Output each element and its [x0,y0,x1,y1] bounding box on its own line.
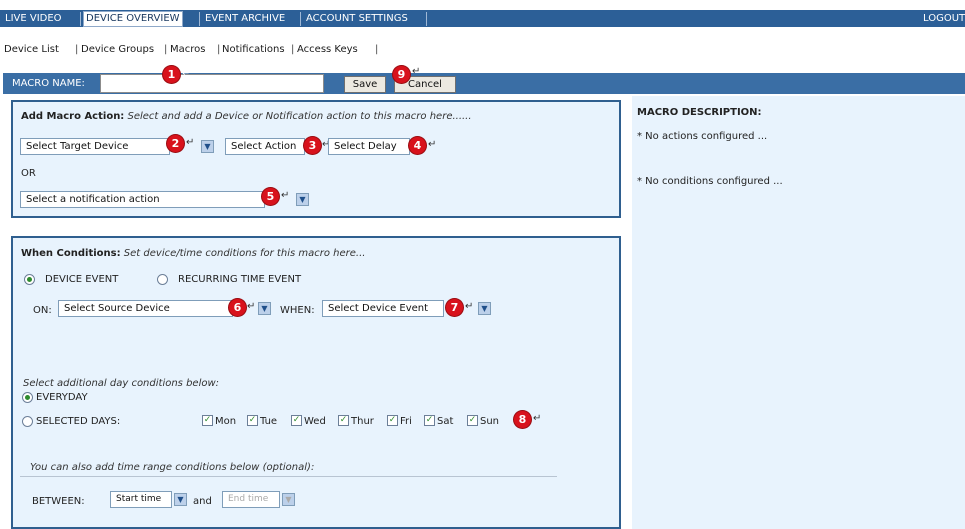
subnav-device-list[interactable]: Device List [4,44,59,55]
subnav-separator: | [217,44,221,55]
day-checkbox-sat[interactable]: ✓ [424,415,435,426]
tab-account-settings[interactable]: ACCOUNT SETTINGS [304,12,410,26]
chevron-down-icon[interactable]: ▼ [174,493,187,506]
action-panel-hint: Select and add a Device or Notification … [127,111,472,122]
start-time-select[interactable]: Start time [110,491,172,508]
day-checkbox-fri[interactable]: ✓ [387,415,398,426]
selected-days-label: SELECTED DAYS: [36,416,121,427]
macro-name-input[interactable] [100,74,324,93]
nav-divider [80,12,81,26]
callout-badge-8: 8 [514,411,531,428]
chevron-down-icon[interactable]: ▼ [258,302,271,315]
nav-divider [300,12,301,26]
subnav-separator: | [164,44,168,55]
callout-badge-4: 4 [409,137,426,154]
callout-badge-3: 3 [304,137,321,154]
callout-badge-2: 2 [167,135,184,152]
subnav-device-groups[interactable]: Device Groups [81,44,154,55]
nav-divider [426,12,427,26]
return-glyph: ↵ [247,301,256,312]
return-glyph: ↵ [281,190,290,201]
conditions-panel-title: When Conditions: [21,248,121,259]
device-event-label: DEVICE EVENT [45,274,119,285]
return-glyph: ↵ [186,137,195,148]
nav-divider [199,12,200,26]
and-label: and [193,496,212,507]
subnav-access-keys[interactable]: Access Keys [297,44,358,55]
day-checkbox-wed[interactable]: ✓ [291,415,302,426]
notification-action-select[interactable]: Select a notification action [20,191,265,208]
recurring-time-label: RECURRING TIME EVENT [178,274,302,285]
tab-live-video[interactable]: LIVE VIDEO [3,12,64,26]
day-label-wed: Wed [304,416,326,427]
between-label: BETWEEN: [32,496,85,507]
description-conditions-line: * No conditions configured ... [637,176,783,187]
when-label: WHEN: [280,305,315,316]
save-button[interactable]: Save [344,76,386,93]
return-glyph: ↵ [465,301,474,312]
everyday-label: EVERYDAY [36,392,88,403]
logout-link[interactable]: LOGOUT [921,12,965,26]
callout-badge-1: 1 [163,66,180,83]
device-event-select[interactable]: Select Device Event [322,300,444,317]
day-checkbox-tue[interactable]: ✓ [247,415,258,426]
return-glyph: ↵ [182,68,191,79]
chevron-down-icon[interactable]: ▼ [478,302,491,315]
chevron-down-icon[interactable]: ▼ [201,140,214,153]
on-label: ON: [33,305,52,316]
return-glyph: ↵ [412,66,421,77]
action-select[interactable]: Select Action [225,138,305,155]
end-time-select[interactable]: End time [222,491,280,508]
device-event-radio[interactable] [24,274,35,285]
callout-badge-9: 9 [393,66,410,83]
macro-name-label: MACRO NAME: [12,78,85,89]
everyday-radio[interactable] [22,392,33,403]
day-label-fri: Fri [400,416,412,427]
divider [20,476,557,477]
target-device-select[interactable]: Select Target Device [20,138,170,155]
subnav-notifications[interactable]: Notifications [222,44,285,55]
chevron-down-icon[interactable]: ▼ [296,193,309,206]
callout-badge-7: 7 [446,299,463,316]
macro-description-panel [632,96,965,529]
conditions-panel-header: When Conditions: Set device/time conditi… [21,248,365,259]
action-panel-header: Add Macro Action: Select and add a Devic… [21,111,472,122]
subnav-macros[interactable]: Macros [170,44,205,55]
conditions-panel-hint: Set device/time conditions for this macr… [123,248,366,259]
recurring-time-radio[interactable] [157,274,168,285]
subnav-separator: | [75,44,79,55]
day-label-thur: Thur [351,416,374,427]
chevron-down-icon[interactable]: ▼ [282,493,295,506]
day-label-sun: Sun [480,416,500,427]
tab-device-overview[interactable]: DEVICE OVERVIEW [83,11,183,27]
selected-days-radio[interactable] [22,416,33,427]
time-range-hint: You can also add time range conditions b… [30,462,315,473]
or-label: OR [21,168,36,179]
day-label-tue: Tue [260,416,278,427]
subnav-separator: | [291,44,295,55]
delay-select[interactable]: Select Delay [328,138,410,155]
macro-description-title: MACRO DESCRIPTION: [637,107,762,118]
source-device-select[interactable]: Select Source Device [58,300,233,317]
return-glyph: ↵ [533,413,542,424]
action-panel-title: Add Macro Action: [21,111,125,122]
day-checkbox-sun[interactable]: ✓ [467,415,478,426]
callout-badge-5: 5 [262,188,279,205]
tab-event-archive[interactable]: EVENT ARCHIVE [203,12,287,26]
day-checkbox-thur[interactable]: ✓ [338,415,349,426]
day-label-sat: Sat [437,416,454,427]
callout-badge-6: 6 [229,299,246,316]
subnav-separator: | [375,44,379,55]
day-conditions-hint: Select additional day conditions below: [23,378,220,389]
day-label-mon: Mon [215,416,237,427]
day-checkbox-mon[interactable]: ✓ [202,415,213,426]
description-actions-line: * No actions configured ... [637,131,768,142]
return-glyph: ↵ [428,139,437,150]
